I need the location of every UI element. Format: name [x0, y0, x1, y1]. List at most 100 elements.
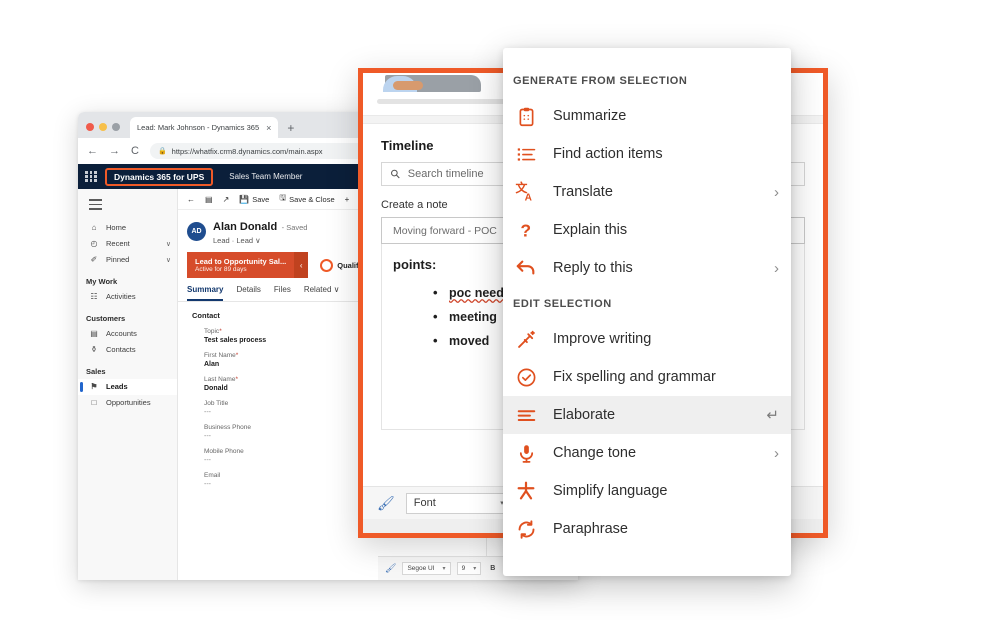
copilot-context-menu: Generate from selection Summarize Find a…	[503, 48, 791, 576]
sidebar-item-label: Leads	[106, 382, 128, 392]
menu-item-simplify-language[interactable]: Simplify language	[503, 472, 791, 510]
refresh-icon	[513, 516, 539, 542]
qualify-step[interactable]: Qualify	[320, 252, 363, 278]
back-arrow-icon[interactable]: ←	[87, 145, 98, 157]
activities-icon: ☷	[90, 292, 98, 302]
menu-item-label: Elaborate	[553, 407, 616, 423]
avatar: AD	[187, 221, 206, 241]
microphone-icon	[513, 440, 539, 466]
back-arrow-icon: ←	[187, 194, 195, 204]
hamburger-icon[interactable]	[78, 194, 177, 220]
screenshot-stage: Lead: Mark Johnson - Dynamics 365 × + ← …	[0, 0, 998, 643]
save-close-icon: 🖫	[279, 193, 287, 202]
bpf-stage[interactable]: Lead to Opportunity Sal... Active for 89…	[187, 252, 295, 278]
sidebar-item-accounts[interactable]: ▤ Accounts	[78, 326, 177, 342]
menu-item-find-action-items[interactable]: Find action items	[503, 135, 791, 173]
sidebar-item-leads[interactable]: ⚑ Leads	[78, 378, 177, 395]
command-open-new[interactable]: ↗	[223, 195, 230, 204]
chevron-down-icon[interactable]: ∨	[166, 256, 171, 264]
tab-details[interactable]: Details	[236, 285, 260, 301]
leads-icon: ⚑	[90, 382, 98, 392]
menu-item-reply-to-this[interactable]: Reply to this ›	[503, 249, 791, 287]
role-name: Sales Team Member	[229, 172, 303, 181]
asterisk-icon	[513, 478, 539, 504]
save-button[interactable]: 💾 Save	[239, 195, 269, 204]
app-launcher-icon[interactable]	[83, 171, 99, 182]
pin-icon: ✐	[90, 255, 98, 265]
forward-arrow-icon[interactable]: →	[109, 145, 120, 157]
window-traffic-lights[interactable]	[86, 123, 120, 138]
tab-related[interactable]: Related ∨	[304, 285, 340, 301]
save-button-label: Save	[252, 194, 270, 204]
menu-item-label: Fix spelling and grammar	[553, 369, 716, 385]
menu-item-label: Improve writing	[553, 331, 652, 347]
qualify-circle-icon	[320, 258, 334, 272]
menu-item-translate[interactable]: 文 A Translate ›	[503, 173, 791, 211]
font-size-value: 9	[461, 565, 466, 572]
chevron-left-icon[interactable]: ‹	[294, 252, 309, 278]
sidebar-group-sales: Sales	[86, 366, 106, 376]
saved-status: - Saved	[281, 223, 308, 232]
close-icon[interactable]: ×	[266, 123, 271, 133]
home-icon: ⌂	[91, 223, 97, 233]
font-family-select[interactable]: Segoe UI ▾	[402, 562, 451, 575]
menu-item-paraphrase[interactable]: Paraphrase	[503, 510, 791, 548]
menu-item-change-tone[interactable]: Change tone ›	[503, 434, 791, 472]
menu-item-improve-writing[interactable]: Improve writing	[503, 320, 791, 358]
sidebar-item-label: Activities	[106, 292, 136, 302]
menu-item-elaborate[interactable]: Elaborate ↵	[503, 396, 791, 434]
command-form[interactable]: ▤	[205, 195, 213, 204]
chevron-right-icon[interactable]: ›	[774, 446, 779, 461]
sidebar-item-activities[interactable]: ☷ Activities	[78, 289, 177, 305]
sidebar-item-label: Pinned	[106, 255, 130, 265]
new-tab-button[interactable]: +	[278, 121, 303, 138]
sidebar-item-pinned[interactable]: ✐ Pinned ∨	[78, 252, 177, 268]
record-title-row: Alan Donald - Saved	[213, 217, 307, 235]
command-back[interactable]: ←	[187, 195, 195, 204]
sidebar-item-label: Contacts	[106, 345, 136, 355]
sidebar-item-label: Opportunities	[106, 398, 151, 408]
app-name-highlight[interactable]: Dynamics 365 for UPS	[105, 167, 214, 186]
font-size-select[interactable]: 9 ▾	[456, 562, 482, 575]
format-painter-icon[interactable]: 🖌	[385, 563, 396, 574]
note-subject-value: Moving forward - POC	[393, 224, 497, 237]
tab-files[interactable]: Files	[274, 285, 291, 301]
tab-summary[interactable]: Summary	[187, 285, 224, 301]
reload-icon[interactable]: C	[131, 145, 139, 157]
sidebar-item-recent[interactable]: ◴ Recent ∨	[78, 236, 177, 252]
clock-icon: ◴	[90, 239, 98, 249]
font-select[interactable]: Font ▾	[405, 492, 512, 514]
sidebar-group-my-work: My Work	[86, 276, 118, 286]
minimize-window-dot[interactable]	[99, 123, 107, 131]
accounts-icon: ▤	[90, 329, 98, 339]
browser-tab[interactable]: Lead: Mark Johnson - Dynamics 365 ×	[130, 117, 279, 138]
bold-button[interactable]: B	[487, 565, 498, 572]
sidebar-item-opportunities[interactable]: □ Opportunities	[78, 395, 177, 411]
save-icon: 💾	[239, 194, 250, 204]
browser-tab-title: Lead: Mark Johnson - Dynamics 365	[137, 123, 260, 132]
chevron-right-icon[interactable]: ›	[774, 185, 779, 200]
record-subtitle[interactable]: Lead · Lead ∨	[213, 236, 307, 245]
menu-item-label: Change tone	[553, 445, 637, 461]
chevron-down-icon[interactable]: ∨	[166, 240, 171, 248]
opportunities-icon: □	[91, 398, 97, 408]
new-icon: +	[344, 194, 350, 204]
sidebar-item-contacts[interactable]: ⚱ Contacts	[78, 342, 177, 358]
menu-item-fix-spelling-and-grammar[interactable]: Fix spelling and grammar	[503, 358, 791, 396]
menu-item-summarize[interactable]: Summarize	[503, 97, 791, 135]
search-icon: ⚲	[387, 165, 404, 183]
page-title: Alan Donald	[213, 221, 278, 233]
svg-text:?: ?	[520, 220, 531, 240]
format-painter-icon[interactable]: 🖌	[377, 495, 395, 512]
chevron-right-icon[interactable]: ›	[774, 261, 779, 276]
form-icon: ▤	[205, 194, 213, 204]
command-new[interactable]: +	[345, 195, 350, 204]
menu-item-explain-this[interactable]: ? Explain this	[503, 211, 791, 249]
contacts-icon: ⚱	[90, 345, 98, 355]
sidebar-item-home[interactable]: ⌂ Home	[78, 220, 177, 236]
svg-text:A: A	[525, 192, 533, 203]
close-window-dot[interactable]	[86, 123, 94, 131]
menu-item-label: Simplify language	[553, 483, 668, 499]
maximize-window-dot[interactable]	[112, 123, 120, 131]
save-and-close-button[interactable]: 🖫 Save & Close	[279, 192, 334, 206]
